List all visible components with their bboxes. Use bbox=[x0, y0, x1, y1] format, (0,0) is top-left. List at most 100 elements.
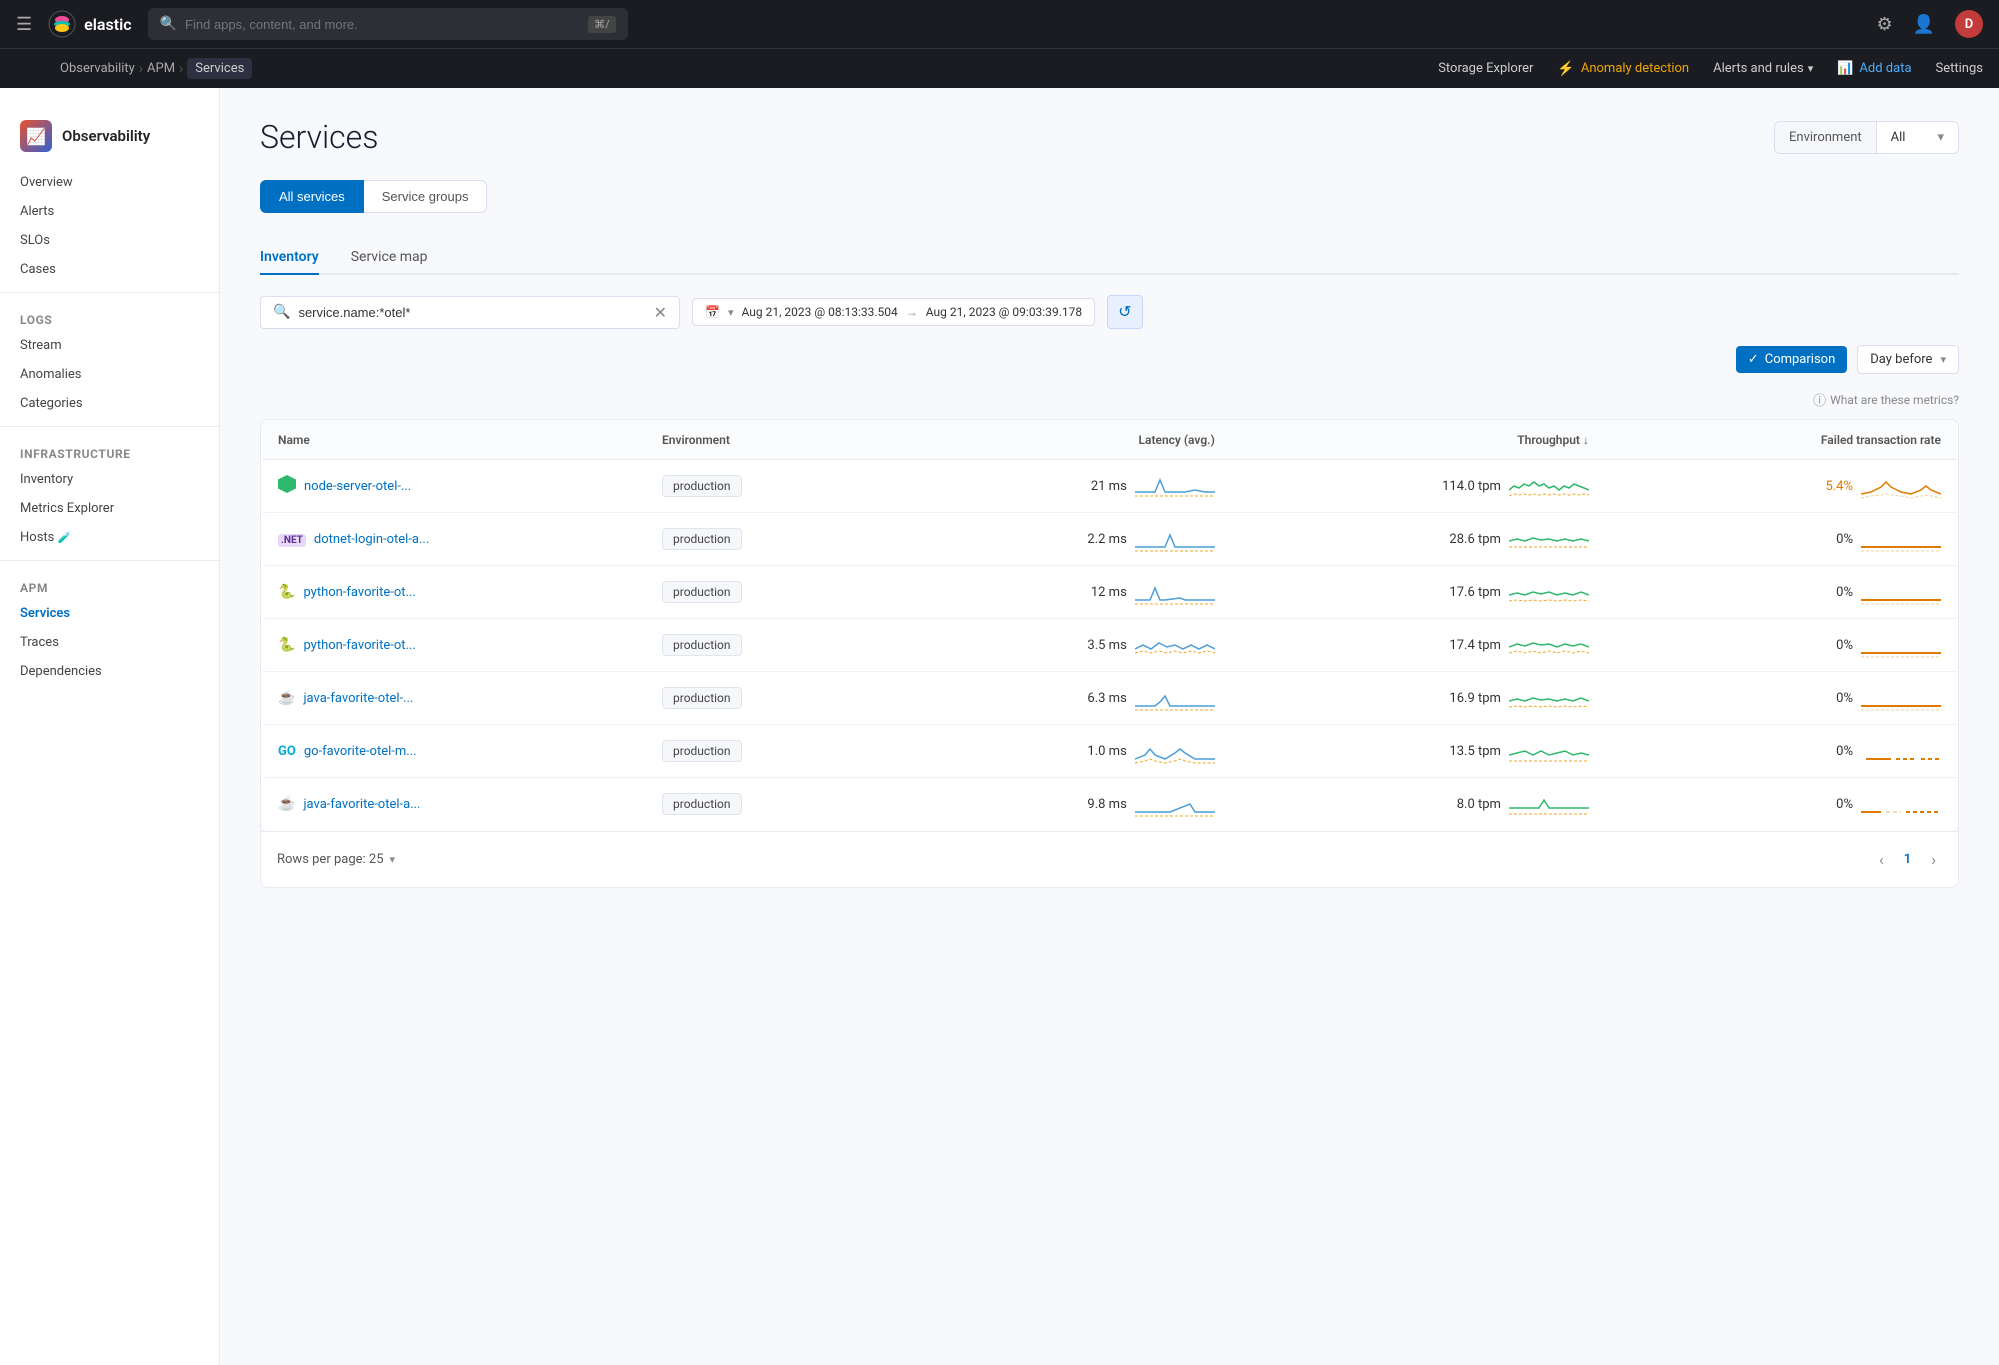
sidebar-section-main: Overview Alerts SLOs Cases bbox=[0, 168, 219, 284]
sidebar-item-cases[interactable]: Cases bbox=[0, 255, 219, 284]
breadcrumb-observability[interactable]: Observability bbox=[60, 61, 135, 76]
service-name-link[interactable]: node-server-otel-... bbox=[278, 475, 630, 497]
chevron-down-icon: ▾ bbox=[728, 306, 734, 319]
service-icon: .NET bbox=[278, 532, 306, 547]
breadcrumb-services[interactable]: Services bbox=[187, 58, 252, 79]
col-failed-rate: Failed transaction rate bbox=[1605, 421, 1958, 460]
service-name-text: go-favorite-otel-m... bbox=[304, 744, 417, 759]
table-row: 🐍 python-favorite-ot... production 12 ms… bbox=[262, 566, 1958, 619]
service-name-text: python-favorite-ot... bbox=[303, 638, 415, 653]
alerts-and-rules-link[interactable]: Alerts and rules ▾ bbox=[1713, 61, 1813, 76]
environment-selector[interactable]: Environment All ▾ bbox=[1774, 121, 1959, 154]
sidebar-item-alerts[interactable]: Alerts bbox=[0, 197, 219, 226]
anomaly-icon: ⚡ bbox=[1557, 61, 1574, 77]
people-icon[interactable]: 👤 bbox=[1913, 14, 1935, 35]
sidebar-item-slos[interactable]: SLOs bbox=[0, 226, 219, 255]
sidebar-item-stream[interactable]: Stream bbox=[0, 331, 219, 360]
sidebar-item-hosts[interactable]: Hosts 🧪 bbox=[0, 523, 219, 552]
global-search-input[interactable] bbox=[185, 17, 580, 32]
metrics-help[interactable]: ⓘ What are these metrics? bbox=[260, 390, 1959, 409]
cell-name: ☕ java-favorite-otel-... bbox=[262, 672, 647, 725]
cell-failed-rate: 0% bbox=[1605, 725, 1958, 778]
rows-chevron-icon: ▾ bbox=[390, 853, 396, 866]
tab-service-map[interactable]: Service map bbox=[351, 241, 428, 275]
cell-environment: production bbox=[646, 778, 879, 831]
cell-throughput: 114.0 tpm bbox=[1231, 460, 1605, 513]
service-name-link[interactable]: ☕ java-favorite-otel-... bbox=[278, 690, 630, 706]
sidebar-item-categories[interactable]: Categories bbox=[0, 389, 219, 418]
environment-value: All bbox=[1891, 130, 1906, 145]
storage-explorer-link[interactable]: Storage Explorer bbox=[1438, 61, 1533, 76]
table-row: 🐍 python-favorite-ot... production 3.5 m… bbox=[262, 619, 1958, 672]
sidebar-logo-label: Observability bbox=[62, 127, 150, 145]
clear-filter-button[interactable]: ✕ bbox=[654, 303, 667, 322]
add-data-link[interactable]: 📊 Add data bbox=[1837, 61, 1911, 76]
environment-badge: production bbox=[662, 528, 742, 550]
hamburger-button[interactable]: ☰ bbox=[16, 14, 32, 35]
service-name-link[interactable]: 🐍 python-favorite-ot... bbox=[278, 637, 630, 653]
current-page-number[interactable]: 1 bbox=[1898, 850, 1917, 869]
tab-inventory[interactable]: Inventory bbox=[260, 241, 319, 275]
sidebar-item-metrics-explorer[interactable]: Metrics Explorer bbox=[0, 494, 219, 523]
refresh-button[interactable]: ↺ bbox=[1107, 295, 1142, 329]
settings-gear-icon[interactable]: ⚙ bbox=[1876, 14, 1892, 35]
service-name-link[interactable]: .NET dotnet-login-otel-a... bbox=[278, 532, 630, 547]
service-search-filter[interactable]: 🔍 ✕ bbox=[260, 296, 680, 329]
environment-badge: production bbox=[662, 634, 742, 656]
prev-page-button[interactable]: ‹ bbox=[1873, 848, 1890, 871]
environment-badge: production bbox=[662, 687, 742, 709]
comparison-period-dropdown[interactable]: Day before ▾ bbox=[1857, 345, 1959, 374]
breadcrumb-right-actions: Storage Explorer ⚡ Anomaly detection Ale… bbox=[1438, 61, 1983, 77]
service-tab-buttons: All services Service groups bbox=[260, 180, 1959, 213]
latency-value: 3.5 ms bbox=[1079, 638, 1127, 653]
pagination: ‹ 1 › bbox=[1873, 848, 1942, 871]
service-name-link[interactable]: 🐍 python-favorite-ot... bbox=[278, 584, 630, 600]
sidebar-item-dependencies[interactable]: Dependencies bbox=[0, 657, 219, 686]
sidebar-logo: 📈 Observability bbox=[0, 108, 219, 168]
service-name-text: java-favorite-otel-... bbox=[303, 691, 413, 706]
service-name-text: dotnet-login-otel-a... bbox=[314, 532, 429, 547]
user-avatar[interactable]: D bbox=[1955, 10, 1983, 38]
breadcrumb-apm[interactable]: APM bbox=[147, 61, 175, 76]
sidebar-item-services[interactable]: Services bbox=[0, 599, 219, 628]
service-filter-input[interactable] bbox=[298, 305, 645, 320]
cell-latency: 21 ms bbox=[879, 460, 1230, 513]
next-page-button[interactable]: › bbox=[1925, 848, 1942, 871]
sidebar-section-logs-label: Logs bbox=[0, 301, 219, 331]
comparison-row: ✓ Comparison Day before ▾ bbox=[260, 345, 1959, 374]
date-range-picker[interactable]: 📅 ▾ Aug 21, 2023 @ 08:13:33.504 → Aug 21… bbox=[692, 298, 1095, 326]
filter-search-icon: 🔍 bbox=[273, 304, 290, 320]
environment-badge: production bbox=[662, 581, 742, 603]
cell-throughput: 28.6 tpm bbox=[1231, 513, 1605, 566]
anomaly-detection-link[interactable]: ⚡ Anomaly detection bbox=[1557, 61, 1689, 77]
top-navigation: ☰ elastic 🔍 ⌘/ ⚙ 👤 D bbox=[0, 0, 1999, 48]
latency-value: 21 ms bbox=[1079, 479, 1127, 494]
failed-rate-value: 0% bbox=[1805, 638, 1853, 653]
throughput-value: 114.0 tpm bbox=[1442, 479, 1501, 494]
service-name-link[interactable]: GO go-favorite-otel-m... bbox=[278, 744, 630, 759]
latency-value: 2.2 ms bbox=[1079, 532, 1127, 547]
all-services-tab[interactable]: All services bbox=[260, 180, 364, 213]
sidebar-item-inventory[interactable]: Inventory bbox=[0, 465, 219, 494]
comparison-toggle[interactable]: ✓ Comparison bbox=[1736, 346, 1847, 373]
sidebar-item-anomalies[interactable]: Anomalies bbox=[0, 360, 219, 389]
rows-per-page-selector[interactable]: Rows per page: 25 ▾ bbox=[277, 852, 395, 867]
col-name: Name bbox=[262, 421, 647, 460]
throughput-value: 8.0 tpm bbox=[1453, 797, 1501, 812]
service-icon: 🐍 bbox=[278, 637, 295, 653]
environment-dropdown[interactable]: All ▾ bbox=[1877, 122, 1958, 153]
cell-name: 🐍 python-favorite-ot... bbox=[262, 619, 647, 672]
observability-logo-icon: 📈 bbox=[20, 120, 52, 152]
cell-environment: production bbox=[646, 619, 879, 672]
global-search-bar[interactable]: 🔍 ⌘/ bbox=[148, 8, 628, 40]
service-name-link[interactable]: ☕ java-favorite-otel-a... bbox=[278, 796, 630, 812]
service-groups-tab[interactable]: Service groups bbox=[364, 180, 488, 213]
sidebar-item-overview[interactable]: Overview bbox=[0, 168, 219, 197]
sidebar-divider-3 bbox=[0, 560, 219, 561]
sidebar-item-traces[interactable]: Traces bbox=[0, 628, 219, 657]
settings-link[interactable]: Settings bbox=[1936, 61, 1983, 76]
cell-latency: 3.5 ms bbox=[879, 619, 1230, 672]
search-icon: 🔍 bbox=[160, 16, 177, 32]
table-row: .NET dotnet-login-otel-a... production 2… bbox=[262, 513, 1958, 566]
cell-latency: 12 ms bbox=[879, 566, 1230, 619]
